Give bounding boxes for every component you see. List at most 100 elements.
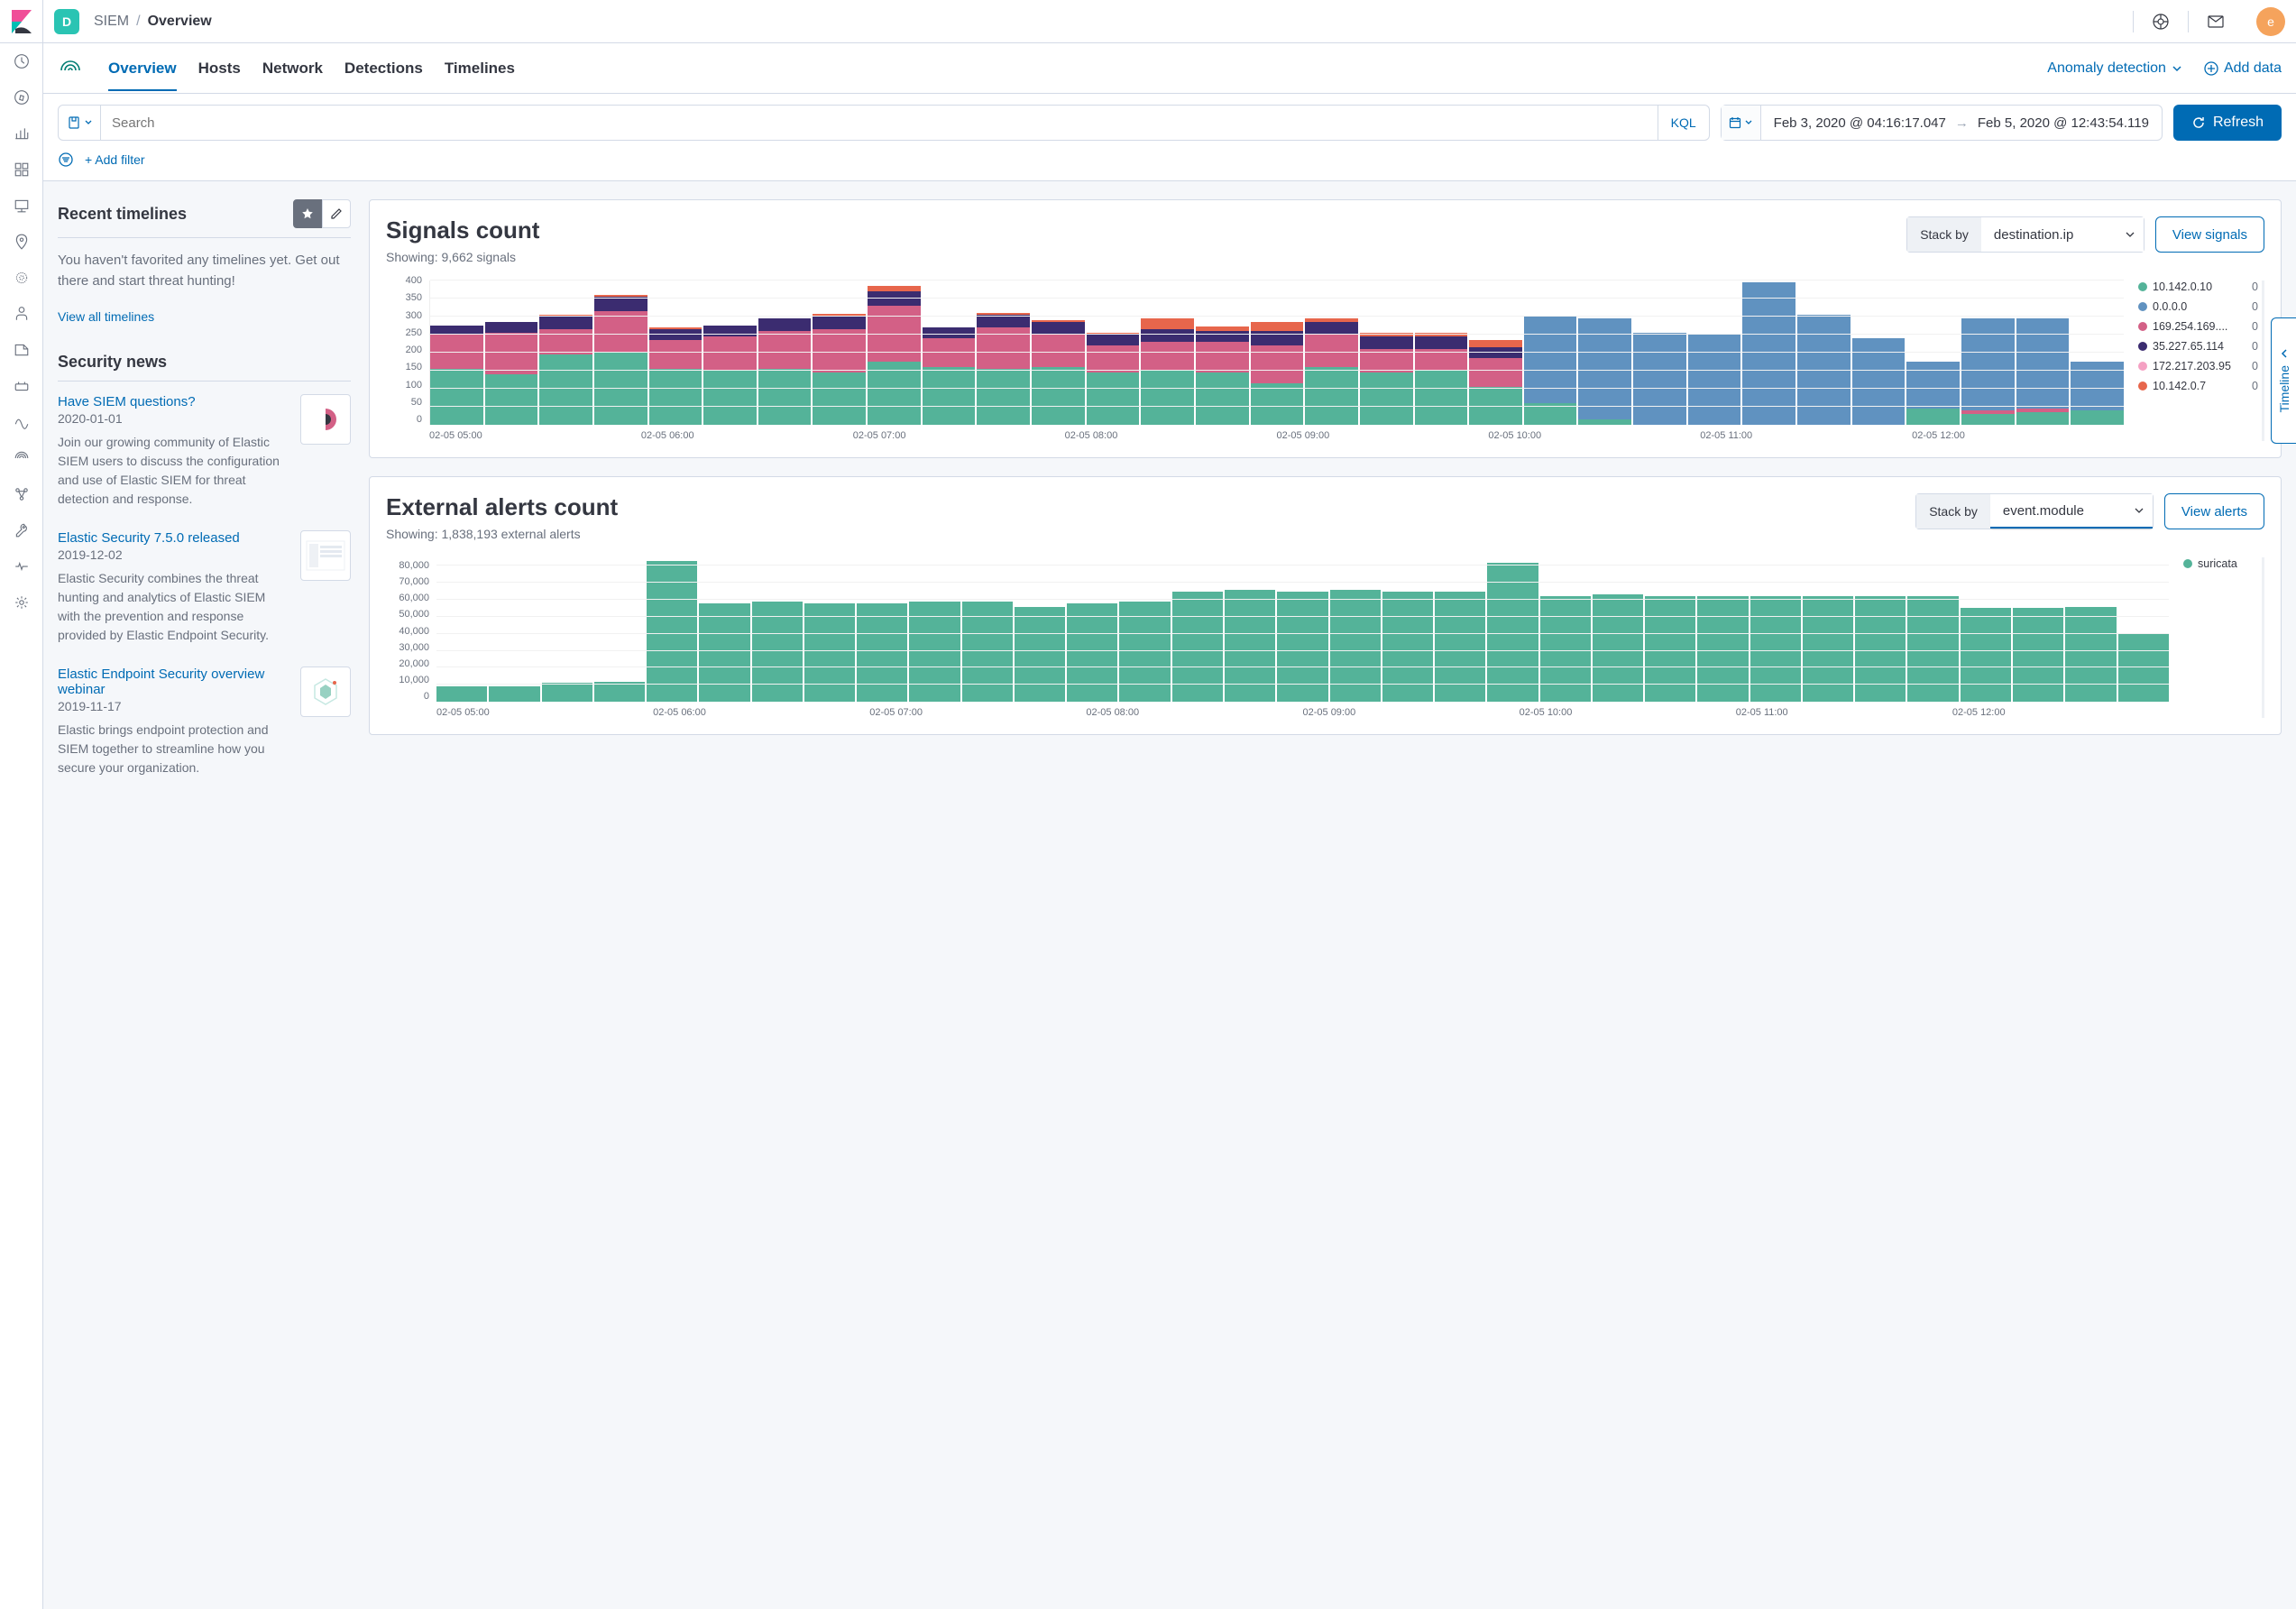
rail-ml-icon[interactable]: [0, 260, 43, 296]
chart-bar[interactable]: [1382, 592, 1433, 702]
rail-visualize-icon[interactable]: [0, 115, 43, 152]
edit-timelines-button[interactable]: [322, 199, 351, 228]
chart-bar[interactable]: [1225, 590, 1275, 702]
date-quick-select[interactable]: [1722, 106, 1761, 140]
chart-bar[interactable]: [1742, 282, 1795, 425]
chart-bar[interactable]: [868, 286, 921, 425]
rail-siem-icon[interactable]: [0, 440, 43, 476]
tab-overview[interactable]: Overview: [108, 46, 177, 91]
chart-bar[interactable]: [1469, 340, 1522, 425]
legend-item[interactable]: 172.217.203.950: [2138, 360, 2258, 372]
chart-bar[interactable]: [703, 326, 757, 425]
date-end[interactable]: Feb 5, 2020 @ 12:43:54.119: [1978, 115, 2149, 131]
space-selector[interactable]: D: [54, 9, 79, 34]
chart-bar[interactable]: [489, 686, 539, 702]
chart-bar[interactable]: [2065, 607, 2116, 702]
rail-canvas-icon[interactable]: [0, 188, 43, 224]
add-data-button[interactable]: Add data: [2204, 60, 2282, 77]
news-title-link[interactable]: Elastic Security 7.5.0 released: [58, 530, 289, 546]
filter-icon[interactable]: [58, 152, 74, 168]
rail-dev-icon[interactable]: [0, 512, 43, 548]
chart-bar[interactable]: [1961, 608, 2011, 702]
date-picker[interactable]: Feb 3, 2020 @ 04:16:17.047 → Feb 5, 2020…: [1721, 105, 2163, 141]
chart-bar[interactable]: [2013, 608, 2063, 702]
rail-maps-icon[interactable]: [0, 224, 43, 260]
chart-bar[interactable]: [1251, 322, 1304, 425]
chart-bar[interactable]: [2071, 362, 2124, 425]
rail-logs-icon[interactable]: [0, 332, 43, 368]
legend-item[interactable]: 10.142.0.100: [2138, 280, 2258, 293]
alerts-stack-by-select[interactable]: event.module: [1990, 494, 2153, 529]
view-all-timelines-link[interactable]: View all timelines: [58, 309, 351, 324]
saved-query-button[interactable]: [58, 105, 101, 141]
tab-detections[interactable]: Detections: [344, 46, 423, 91]
chart-bar[interactable]: [1032, 320, 1085, 425]
chart-bar[interactable]: [1415, 333, 1468, 425]
timeline-flyout-handle[interactable]: Timeline: [2271, 317, 2296, 444]
rail-apm-icon[interactable]: [0, 368, 43, 404]
chart-bar[interactable]: [1435, 592, 1485, 702]
chart-bar[interactable]: [1524, 317, 1577, 425]
chart-bar[interactable]: [1196, 326, 1249, 425]
news-title-link[interactable]: Elastic Endpoint Security overview webin…: [58, 667, 289, 697]
news-title-link[interactable]: Have SIEM questions?: [58, 394, 289, 409]
user-avatar[interactable]: e: [2256, 7, 2285, 36]
chart-bar[interactable]: [1593, 594, 1643, 702]
chart-bar[interactable]: [1633, 333, 1686, 425]
rail-infra-icon[interactable]: [0, 296, 43, 332]
rail-discover-icon[interactable]: [0, 79, 43, 115]
view-alerts-button[interactable]: View alerts: [2164, 493, 2264, 529]
view-signals-button[interactable]: View signals: [2155, 216, 2264, 253]
newsfeed-icon[interactable]: [2201, 7, 2230, 36]
chart-bar[interactable]: [1360, 333, 1413, 425]
chart-bar[interactable]: [699, 603, 749, 702]
chart-bar[interactable]: [430, 326, 483, 425]
favorites-toggle[interactable]: [293, 199, 322, 228]
legend-item[interactable]: 35.227.65.1140: [2138, 340, 2258, 353]
rail-graph-icon[interactable]: [0, 476, 43, 512]
chart-bar[interactable]: [1067, 603, 1117, 702]
tab-hosts[interactable]: Hosts: [198, 46, 241, 91]
legend-item[interactable]: 0.0.0.00: [2138, 300, 2258, 313]
chart-bar[interactable]: [594, 682, 645, 702]
chart-bar[interactable]: [1015, 607, 1065, 702]
rail-recent-icon[interactable]: [0, 43, 43, 79]
chart-bar[interactable]: [542, 683, 592, 702]
date-start[interactable]: Feb 3, 2020 @ 04:16:17.047: [1774, 115, 1946, 131]
chart-bar[interactable]: [2118, 634, 2169, 702]
rail-dashboard-icon[interactable]: [0, 152, 43, 188]
chart-bar[interactable]: [1330, 590, 1381, 702]
rail-uptime-icon[interactable]: [0, 404, 43, 440]
refresh-button[interactable]: Refresh: [2173, 105, 2282, 141]
signals-stack-by-select[interactable]: destination.ip: [1981, 217, 2144, 252]
rail-management-icon[interactable]: [0, 584, 43, 621]
help-icon[interactable]: [2146, 7, 2175, 36]
add-filter-button[interactable]: + Add filter: [85, 152, 145, 167]
chart-bar[interactable]: [857, 603, 907, 702]
chart-bar[interactable]: [1688, 335, 1741, 425]
chart-bar[interactable]: [1087, 333, 1140, 425]
anomaly-detection-menu[interactable]: Anomaly detection: [2047, 60, 2182, 77]
legend-item[interactable]: 10.142.0.70: [2138, 380, 2258, 392]
search-input[interactable]: [101, 115, 1658, 131]
legend-item[interactable]: suricata: [2183, 557, 2258, 570]
tab-timelines[interactable]: Timelines: [445, 46, 515, 91]
chart-bar[interactable]: [1906, 362, 1960, 425]
signals-chart[interactable]: 050100150200250300350400 02-05 05:0002-0…: [386, 280, 2124, 441]
chart-bar[interactable]: [923, 327, 976, 425]
chevron-down-icon: [1745, 119, 1752, 126]
alerts-chart[interactable]: 010,00020,00030,00040,00050,00060,00070,…: [386, 557, 2169, 718]
kibana-logo[interactable]: [0, 0, 43, 43]
chart-bar[interactable]: [1172, 592, 1223, 702]
legend-item[interactable]: 169.254.169....0: [2138, 320, 2258, 333]
breadcrumb-app[interactable]: SIEM: [94, 14, 129, 30]
chart-bar[interactable]: [485, 322, 538, 425]
tab-network[interactable]: Network: [262, 46, 323, 91]
chart-bar[interactable]: [649, 327, 703, 425]
chart-bar[interactable]: [436, 686, 487, 702]
kql-toggle[interactable]: KQL: [1658, 106, 1709, 140]
chart-bar[interactable]: [977, 313, 1030, 425]
chart-bar[interactable]: [1277, 592, 1327, 702]
rail-monitoring-icon[interactable]: [0, 548, 43, 584]
chart-bar[interactable]: [804, 603, 855, 702]
